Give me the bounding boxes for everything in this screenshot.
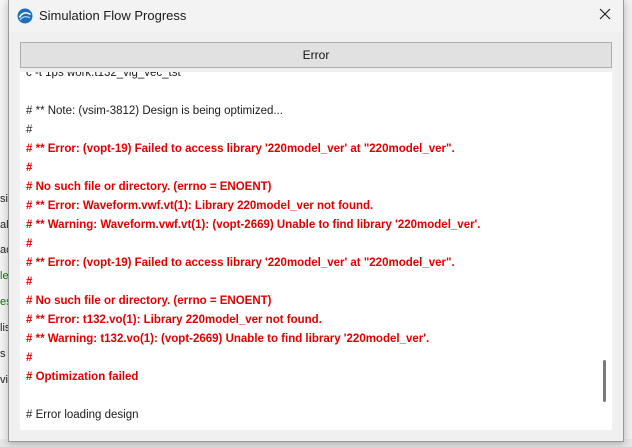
simulation-flow-progress-dialog: Simulation Flow Progress Error c -t 1ps … — [8, 0, 624, 442]
log-line: # No such file or directory. (errno = EN… — [26, 181, 272, 193]
app-icon — [17, 8, 33, 24]
background-fragment: si — [0, 193, 8, 205]
log-line: # Error loading design — [26, 409, 139, 421]
log-line: # ** Error: Waveform.vwf.vt(1): Library … — [26, 200, 374, 212]
log-line: # — [26, 238, 33, 250]
log-line: # ** Error: (vopt-19) Failed to access l… — [26, 257, 455, 269]
log-line: # ** Warning: t132.vo(1): (vopt-2669) Un… — [26, 333, 430, 345]
background-fragment: s — [0, 348, 6, 360]
log-line: # — [26, 162, 33, 174]
log-output[interactable]: c -t 1ps work.t132_vlg_vec_tst # ** Note:… — [20, 72, 612, 430]
log-lines: c -t 1ps work.t132_vlg_vec_tst # ** Note:… — [26, 72, 591, 425]
log-line: # Optimization failed — [26, 371, 139, 383]
window-title: Simulation Flow Progress — [39, 8, 187, 23]
title-bar[interactable]: Simulation Flow Progress — [9, 0, 623, 32]
log-line: c -t 1ps work.t132_vlg_vec_tst — [26, 72, 181, 79]
log-line: # — [26, 352, 33, 364]
log-line: # — [26, 124, 33, 136]
log-line: # — [26, 276, 33, 288]
log-line: # ** Note: (vsim-3812) Design is being o… — [26, 105, 283, 117]
log-line: # ** Error: t132.vo(1): Library 220model… — [26, 314, 322, 326]
close-button[interactable] — [587, 0, 623, 32]
log-line: # No such file or directory. (errno = EN… — [26, 295, 272, 307]
vertical-scrollbar[interactable] — [598, 72, 612, 430]
log-line: # ** Warning: Waveform.vwf.vt(1): (vopt-… — [26, 219, 481, 231]
status-button[interactable]: Error — [20, 42, 612, 68]
log-line: # ** Error: (vopt-19) Failed to access l… — [26, 143, 455, 155]
background-fragment: vi — [0, 374, 8, 386]
scroll-thumb[interactable] — [603, 360, 606, 402]
close-icon — [599, 7, 611, 25]
